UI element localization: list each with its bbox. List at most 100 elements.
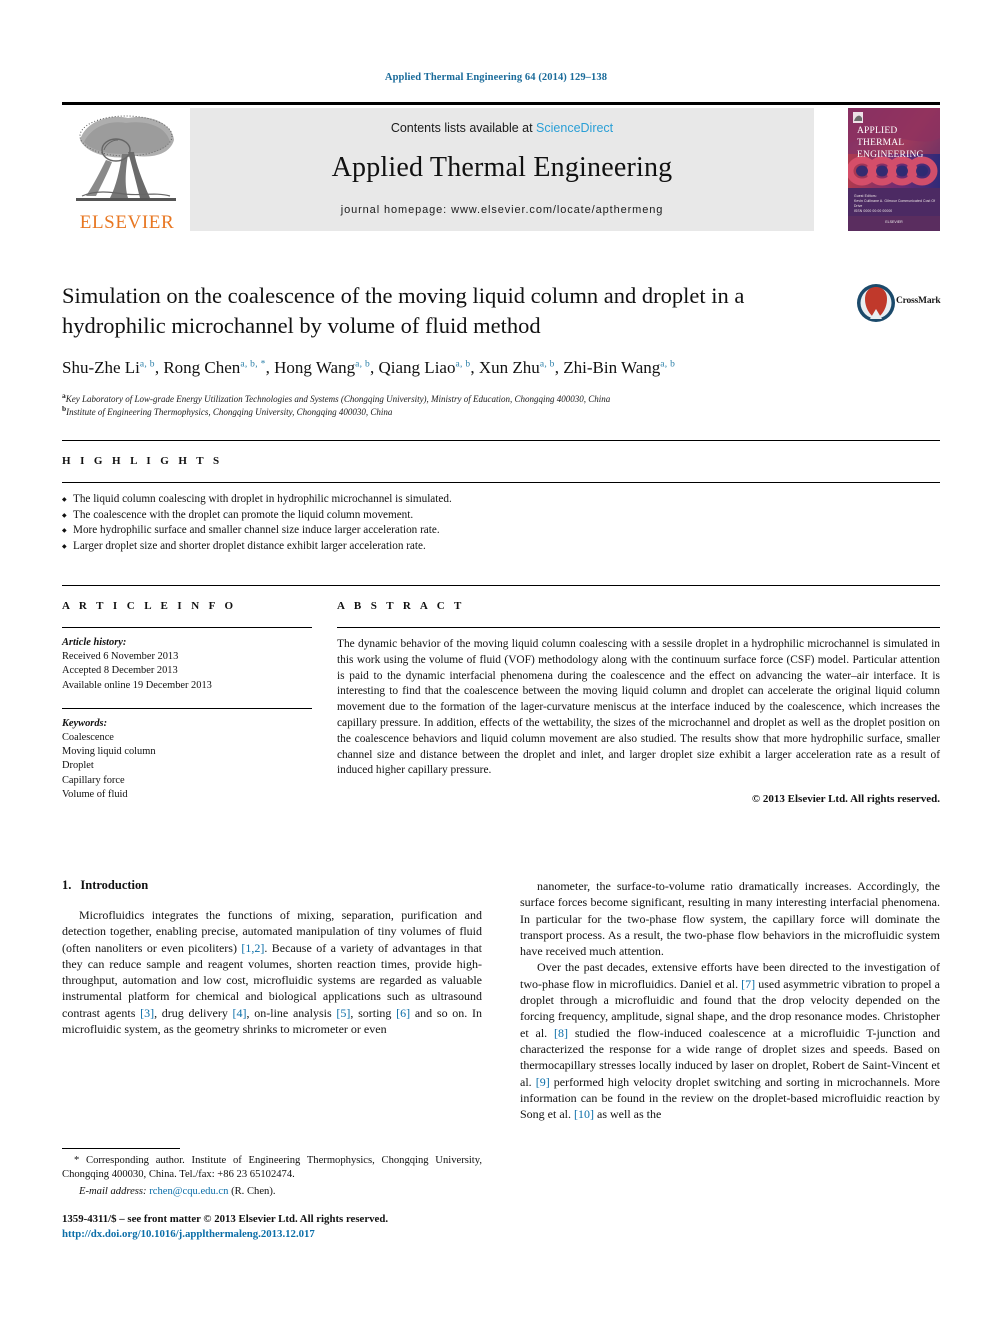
keywords-list: Coalescence Moving liquid column Droplet Ca… bbox=[62, 731, 312, 802]
intro2-text-e: as well as the bbox=[594, 1107, 662, 1122]
footnote-star-line: * Corresponding author. Institute of Eng… bbox=[62, 1155, 482, 1181]
highlights-section: H I G H L I G H T S The liquid column co… bbox=[62, 440, 940, 554]
contents-prefix: Contents lists available at bbox=[390, 121, 537, 135]
citation-8[interactable]: [8] bbox=[554, 1026, 568, 1040]
email-owner: (R. Chen). bbox=[231, 1185, 276, 1197]
citation-3[interactable]: [3] bbox=[140, 1006, 154, 1020]
cover-title-line3: ENGINEERING bbox=[857, 150, 924, 160]
highlight-item: The liquid column coalescing with drople… bbox=[62, 492, 940, 508]
citation-6[interactable]: [6] bbox=[396, 1006, 410, 1020]
highlights-top-rule bbox=[62, 440, 940, 441]
highlights-list: The liquid column coalescing with drople… bbox=[62, 492, 940, 554]
affiliation-b: bInstitute of Engineering Thermophysics,… bbox=[62, 403, 940, 418]
article-history-item: Received 6 November 2013 bbox=[62, 651, 179, 663]
contents-available-line: Contents lists available at ScienceDirec… bbox=[190, 121, 814, 135]
article-history-list: Received 6 November 2013 Accepted 8 Decem… bbox=[62, 650, 312, 693]
highlight-item: More hydrophilic surface and smaller cha… bbox=[62, 523, 940, 539]
citation-10[interactable]: [10] bbox=[574, 1107, 594, 1121]
abstract-copyright: © 2013 Elsevier Ltd. All rights reserved… bbox=[751, 793, 940, 806]
author-separator: , bbox=[470, 358, 479, 377]
author-name[interactable]: Rong Chen bbox=[163, 358, 240, 377]
cover-footer-line2: Kevin Cullinane A. Gilmour Communicated … bbox=[854, 199, 936, 208]
author-list: Shu-Zhe Lia, b, Rong Chena, b, *, Hong W… bbox=[62, 358, 940, 378]
cover-title: APPLIED THERMAL ENGINEERING bbox=[857, 125, 924, 161]
keyword-item: Volume of fluid bbox=[62, 788, 128, 800]
article-history-label: Article history: bbox=[62, 637, 127, 648]
author-affiliation-mark: a, b bbox=[139, 359, 155, 370]
citation-4[interactable]: [4] bbox=[233, 1006, 247, 1020]
title-block: Simulation on the coalescence of the mov… bbox=[62, 281, 852, 341]
article-history-item: Available online 19 December 2013 bbox=[62, 679, 212, 691]
highlight-item: The coalescence with the droplet can pro… bbox=[62, 508, 940, 524]
email-address-label: E-mail address: bbox=[79, 1185, 147, 1197]
elsevier-tree-icon bbox=[76, 115, 176, 201]
body-columns: 1. Introduction Microfluidics integrates … bbox=[62, 878, 940, 1128]
crossmark-label: CrossMark bbox=[896, 296, 941, 306]
colophon: 1359-4311/$ – see front matter © 2013 El… bbox=[62, 1212, 532, 1241]
highlights-rule bbox=[62, 482, 940, 483]
doi-link[interactable]: http://dx.doi.org/10.1016/j.applthermale… bbox=[62, 1227, 532, 1242]
email-link[interactable]: rchen@cqu.edu.cn bbox=[149, 1186, 228, 1197]
journal-cover-thumbnail: APPLIED THERMAL ENGINEERING Guest Editor… bbox=[848, 108, 940, 231]
paper-page: Applied Thermal Engineering 64 (2014) 12… bbox=[0, 0, 992, 1323]
section-number: 1. bbox=[62, 878, 72, 892]
author-separator: , bbox=[554, 358, 564, 377]
journal-masthead: ELSEVIER Contents lists available at Sci… bbox=[62, 102, 940, 231]
highlights-heading: H I G H L I G H T S bbox=[62, 455, 223, 467]
article-history-block: Article history: Received 6 November 201… bbox=[62, 636, 312, 693]
affiliation-text: Institute of Engineering Thermophysics, … bbox=[66, 407, 393, 417]
article-history-item: Accepted 8 December 2013 bbox=[62, 665, 178, 677]
article-info-rule bbox=[62, 627, 312, 628]
cover-title-line2: THERMAL bbox=[857, 138, 905, 148]
author-name[interactable]: Shu-Zhe Li bbox=[62, 358, 140, 377]
running-head: Applied Thermal Engineering 64 (2014) 12… bbox=[384, 72, 608, 83]
body-column-right: nanometer, the surface-to-volume ratio d… bbox=[520, 878, 940, 1122]
cover-footer-line3: ISSN 0000 00:00 00000 bbox=[854, 209, 893, 213]
author-affiliation-mark: a, b, * bbox=[240, 359, 266, 370]
highlight-item: Larger droplet size and shorter droplet … bbox=[62, 539, 940, 555]
author-separator: , bbox=[265, 358, 275, 377]
author-name[interactable]: Qiang Liao bbox=[379, 358, 456, 377]
author-separator: , bbox=[370, 358, 379, 377]
article-info-column: A R T I C L E I N F O Article history: R… bbox=[62, 600, 312, 802]
abstract-heading: A B S T R A C T bbox=[337, 600, 465, 612]
page-title: Simulation on the coalescence of the mov… bbox=[62, 283, 745, 338]
citation-1-2[interactable]: [1,2] bbox=[241, 941, 264, 955]
keywords-label: Keywords: bbox=[62, 717, 108, 729]
citation-7[interactable]: [7] bbox=[741, 977, 755, 991]
info-abstract-section: A R T I C L E I N F O Article history: R… bbox=[62, 585, 940, 805]
intro-text-d: , on-line analysis bbox=[246, 1005, 337, 1020]
keywords-block: Keywords: Coalescence Moving liquid colum… bbox=[62, 717, 312, 802]
cover-footer: Guest Editors: Kevin Cullinane A. Gilmou… bbox=[854, 194, 940, 214]
keywords-rule bbox=[62, 707, 312, 709]
crossmark-badge[interactable]: CrossMark bbox=[856, 283, 941, 323]
body-column-left: 1. Introduction Microfluidics integrates … bbox=[62, 878, 482, 1037]
intro-text-e: , sorting bbox=[350, 1005, 397, 1020]
issn-line: 1359-4311/$ – see front matter © 2013 El… bbox=[62, 1213, 389, 1225]
author-name[interactable]: Xun Zhu bbox=[479, 358, 540, 377]
author-affiliation-mark: a, b bbox=[539, 359, 555, 370]
elsevier-logo: ELSEVIER bbox=[62, 108, 190, 231]
masthead-center: Contents lists available at ScienceDirec… bbox=[190, 108, 814, 231]
keyword-item: Moving liquid column bbox=[62, 746, 156, 758]
footnote-email-line: E-mail address: rchen@cqu.edu.cn (R. Che… bbox=[62, 1185, 482, 1199]
author-affiliation-mark: a, b bbox=[355, 359, 371, 370]
cover-bottom-wordmark: ELSEVIER bbox=[885, 220, 903, 224]
info-top-rule bbox=[62, 585, 940, 586]
article-info-heading: A R T I C L E I N F O bbox=[62, 600, 237, 612]
journal-name: Applied Thermal Engineering bbox=[331, 152, 673, 183]
cover-title-line1: APPLIED bbox=[857, 126, 898, 136]
citation-5[interactable]: [5] bbox=[336, 1006, 350, 1020]
citation-9[interactable]: [9] bbox=[536, 1075, 550, 1089]
author-name[interactable]: Zhi-Bin Wang bbox=[563, 358, 660, 377]
section-title: Introduction bbox=[80, 878, 149, 892]
sciencedirect-link[interactable]: ScienceDirect bbox=[536, 121, 613, 135]
author-name[interactable]: Hong Wang bbox=[274, 358, 355, 377]
journal-homepage-link[interactable]: journal homepage: www.elsevier.com/locat… bbox=[190, 204, 814, 216]
corresponding-author-footnote: * Corresponding author. Institute of Eng… bbox=[62, 1148, 482, 1199]
intro-paragraph-right-1: nanometer, the surface-to-volume ratio d… bbox=[520, 879, 940, 959]
author-affiliation-mark: a, b bbox=[660, 359, 676, 370]
abstract-text: The dynamic behavior of the moving liqui… bbox=[337, 638, 940, 777]
intro-paragraph-right-2: Over the past decades, extensive efforts… bbox=[520, 959, 940, 1122]
keyword-item: Capillary force bbox=[62, 774, 125, 786]
